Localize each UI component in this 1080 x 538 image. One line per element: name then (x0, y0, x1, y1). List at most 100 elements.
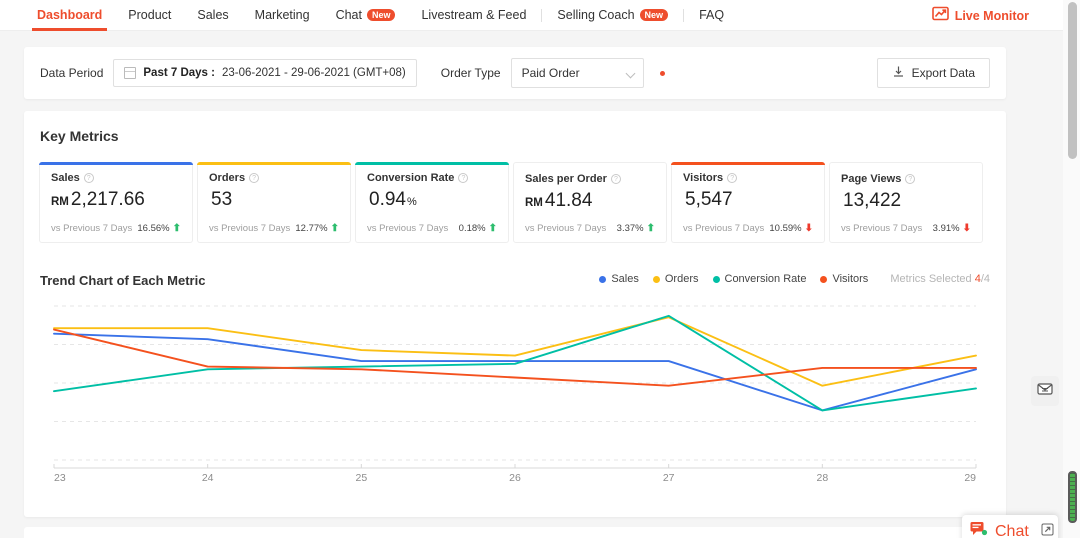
arrow-up-icon: ⬆ (489, 224, 497, 234)
svg-text:24: 24 (202, 472, 214, 484)
nav-item-dashboard[interactable]: Dashboard (24, 0, 115, 31)
chat-widget[interactable]: Chat (962, 515, 1058, 538)
trend-chart-title: Trend Chart of Each Metric (40, 273, 205, 288)
metric-compare-label: vs Previous 7 Days (209, 223, 290, 234)
date-range-value: 23-06-2021 - 29-06-2021 (GMT+08) (222, 67, 406, 79)
nav-item-livestream-feed[interactable]: Livestream & Feed (408, 0, 539, 31)
svg-text:23: 23 (54, 472, 66, 484)
expand-icon[interactable] (1041, 523, 1054, 538)
chat-bubble-icon (970, 521, 989, 538)
metric-value: RM2,217.66 (51, 188, 181, 214)
nav-item-chat[interactable]: Chat New (323, 0, 409, 31)
data-period-label: Data Period (40, 66, 103, 80)
metric-value: 53 (209, 188, 339, 214)
metric-accent-bar (197, 162, 351, 165)
nav-divider (541, 9, 542, 22)
chat-label: Chat (995, 523, 1029, 538)
metric-footer: vs Previous 7 Days 0.18% ⬆ (367, 223, 497, 234)
legend-item-conversion-rate[interactable]: Conversion Rate (713, 273, 807, 285)
metric-delta: 3.91% ⬇ (933, 223, 971, 234)
calendar-icon (124, 67, 136, 79)
metric-footer: vs Previous 7 Days 12.77% ⬆ (209, 223, 339, 234)
legend-dot-icon (713, 276, 720, 283)
help-icon[interactable]: ? (611, 174, 621, 184)
metric-card-page-views[interactable]: Page Views ? 13,422 vs Previous 7 Days 3… (829, 162, 983, 243)
new-badge: New (640, 9, 669, 21)
live-monitor-button[interactable]: Live Monitor (932, 0, 1029, 31)
nav-item-faq[interactable]: FAQ (686, 0, 737, 31)
export-data-button[interactable]: Export Data (877, 58, 990, 88)
order-type-label: Order Type (441, 66, 501, 80)
chart-svg: 23242526272829 (40, 301, 990, 501)
metric-card-sales-per-order[interactable]: Sales per Order ? RM41.84 vs Previous 7 … (513, 162, 667, 243)
metric-footer: vs Previous 7 Days 3.37% ⬆ (525, 223, 655, 234)
trend-chart-header: Trend Chart of Each Metric Sales Orders … (40, 272, 990, 292)
mail-button[interactable] (1031, 376, 1059, 406)
arrow-up-icon: ⬆ (173, 224, 181, 234)
metric-footer: vs Previous 7 Days 3.91% ⬇ (841, 223, 971, 234)
next-section-card (24, 527, 1006, 538)
metric-value: 5,547 (683, 188, 813, 214)
download-icon (892, 65, 905, 81)
export-data-label: Export Data (912, 66, 975, 80)
metric-card-conversion-rate[interactable]: Conversion Rate ? 0.94% vs Previous 7 Da… (355, 162, 509, 243)
chart-legend: Sales Orders Conversion Rate Visitors Me… (599, 273, 990, 285)
nav-item-product[interactable]: Product (115, 0, 184, 31)
order-type-value: Paid Order (522, 66, 580, 80)
dashboard-page: Dashboard Product Sales Marketing Chat N… (0, 0, 1080, 538)
help-icon[interactable]: ? (84, 173, 94, 183)
arrow-up-icon: ⬆ (331, 224, 339, 234)
metric-compare-label: vs Previous 7 Days (841, 223, 922, 234)
metric-delta: 0.18% ⬆ (459, 223, 497, 234)
metric-card-sales[interactable]: Sales ? RM2,217.66 vs Previous 7 Days 16… (39, 162, 193, 243)
help-icon[interactable]: ? (458, 173, 468, 183)
metrics-selected-counter: Metrics Selected 4/4 (890, 273, 990, 285)
legend-item-orders[interactable]: Orders (653, 273, 699, 285)
metric-card-visitors[interactable]: Visitors ? 5,547 vs Previous 7 Days 10.5… (671, 162, 825, 243)
metric-compare-label: vs Previous 7 Days (683, 223, 764, 234)
order-type-select[interactable]: Paid Order (511, 58, 644, 88)
help-icon[interactable]: ? (727, 173, 737, 183)
trend-line-chart[interactable]: 23242526272829 (40, 301, 990, 501)
new-badge: New (367, 9, 396, 21)
nav-item-list: Dashboard Product Sales Marketing Chat N… (0, 0, 737, 31)
scroll-indicator-pill[interactable] (1068, 471, 1077, 523)
arrow-down-icon: ⬇ (963, 224, 971, 234)
nav-item-sales[interactable]: Sales (184, 0, 241, 31)
metric-footer: vs Previous 7 Days 16.56% ⬆ (51, 223, 181, 234)
nav-item-label: Dashboard (37, 8, 102, 22)
legend-item-visitors[interactable]: Visitors (820, 273, 868, 285)
svg-text:29: 29 (964, 472, 976, 484)
nav-item-label: Livestream & Feed (421, 8, 526, 22)
required-dot-icon (660, 71, 665, 76)
svg-text:26: 26 (509, 472, 521, 484)
nav-item-label: FAQ (699, 8, 724, 22)
page-title: Key Metrics (40, 128, 119, 144)
nav-item-selling-coach[interactable]: Selling Coach New (544, 0, 681, 31)
help-icon[interactable]: ? (249, 173, 259, 183)
page-scrollbar-thumb[interactable] (1068, 2, 1077, 159)
metric-name: Page Views ? (841, 173, 971, 185)
metric-accent-bar (671, 162, 825, 165)
arrow-up-icon: ⬆ (647, 224, 655, 234)
nav-item-marketing[interactable]: Marketing (242, 0, 323, 31)
metric-delta: 10.59% ⬇ (769, 223, 813, 234)
metric-compare-label: vs Previous 7 Days (51, 223, 132, 234)
date-range-picker[interactable]: Past 7 Days : 23-06-2021 - 29-06-2021 (G… (113, 59, 416, 87)
envelope-icon (1037, 382, 1053, 401)
legend-item-sales[interactable]: Sales (599, 273, 639, 285)
nav-item-label: Product (128, 8, 171, 22)
metric-footer: vs Previous 7 Days 10.59% ⬇ (683, 223, 813, 234)
live-monitor-label: Live Monitor (955, 9, 1029, 23)
metric-name: Sales ? (51, 172, 181, 184)
metric-delta: 16.56% ⬆ (137, 223, 181, 234)
help-icon[interactable]: ? (905, 174, 915, 184)
legend-dot-icon (820, 276, 827, 283)
nav-item-label: Marketing (255, 8, 310, 22)
top-navigation: Dashboard Product Sales Marketing Chat N… (0, 0, 1063, 31)
svg-text:25: 25 (355, 472, 367, 484)
nav-item-label: Sales (197, 8, 228, 22)
page-scrollbar-track[interactable] (1063, 0, 1080, 538)
live-monitor-icon (932, 6, 949, 25)
metric-card-orders[interactable]: Orders ? 53 vs Previous 7 Days 12.77% ⬆ (197, 162, 351, 243)
